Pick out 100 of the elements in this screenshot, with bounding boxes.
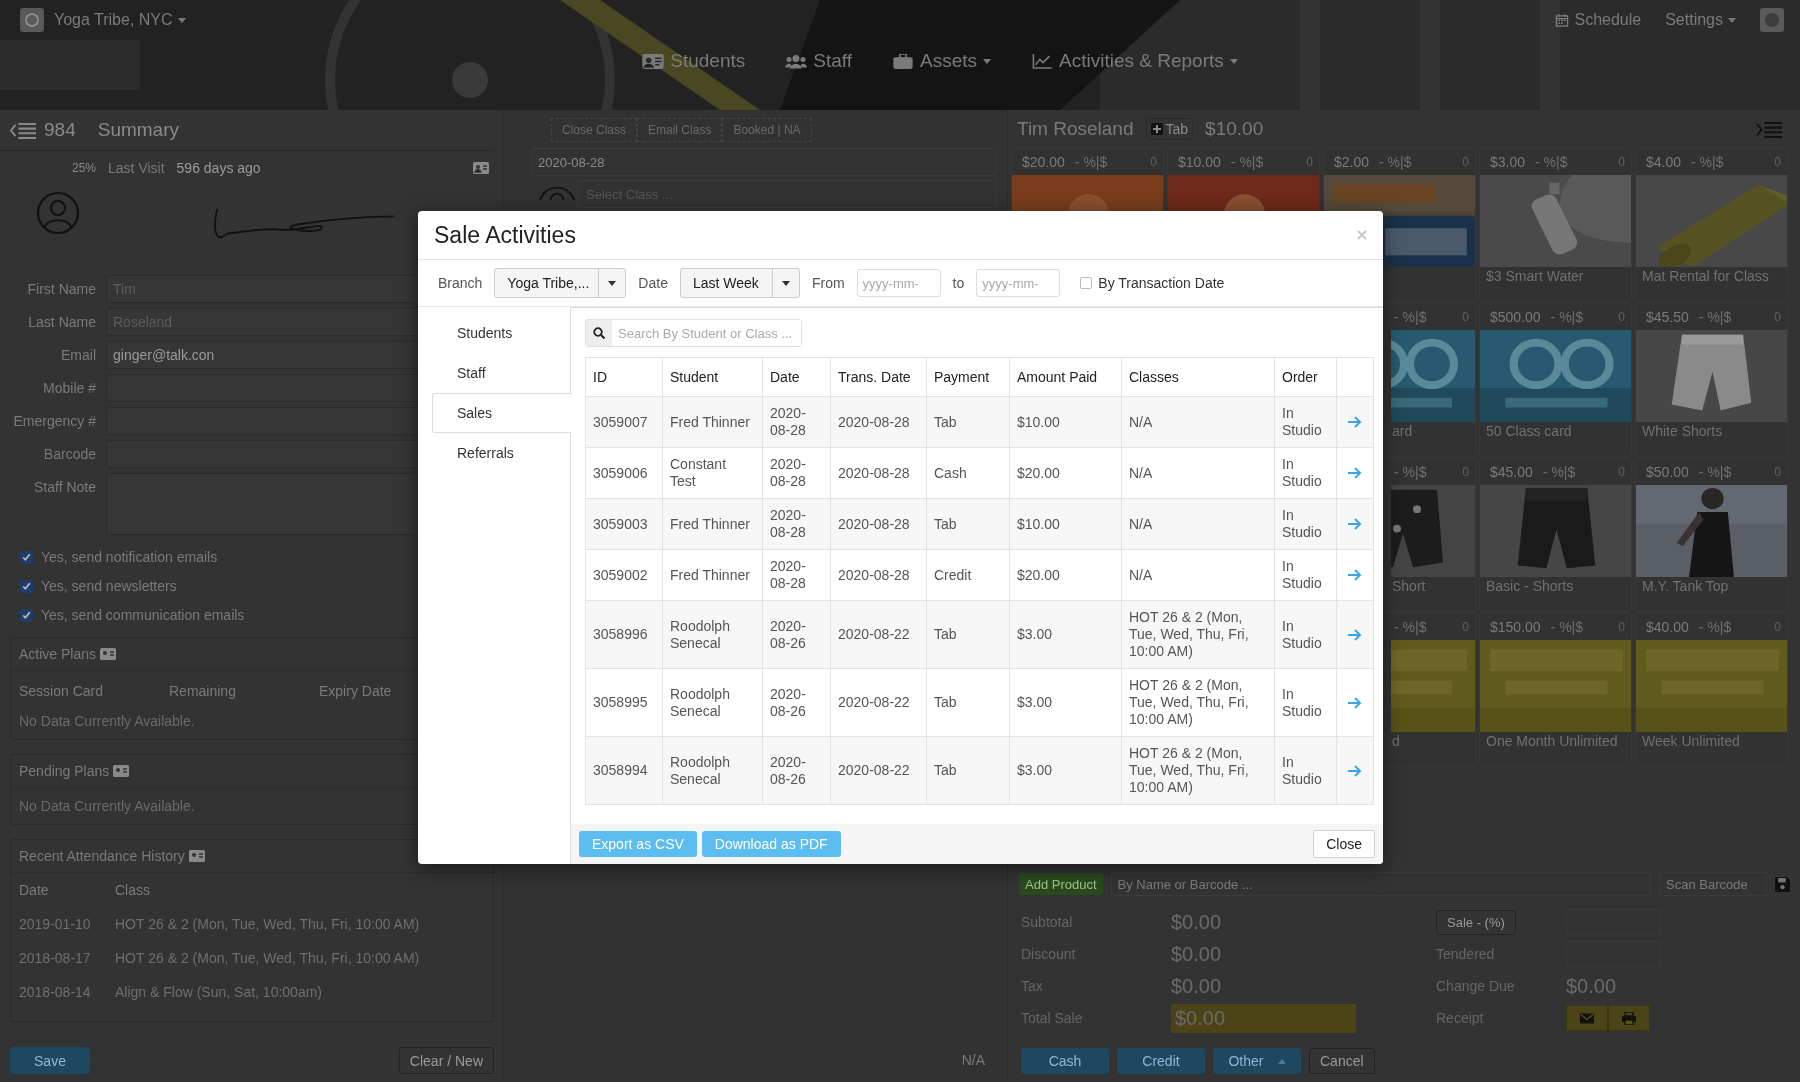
arrow-right-icon[interactable] — [1348, 518, 1362, 530]
to-date-field[interactable]: yyyy-mm- — [976, 269, 1061, 297]
line-chart-icon — [1031, 53, 1053, 69]
table-cell: 3059006 — [585, 447, 663, 499]
email-receipt-button[interactable] — [1566, 1005, 1608, 1031]
product-price: $2.00 — [1334, 154, 1370, 170]
side-tab[interactable]: Sales — [432, 393, 571, 433]
discount-toggle[interactable]: - %|$ — [1394, 309, 1427, 325]
nav-link[interactable]: Staff — [785, 50, 852, 72]
discount-toggle[interactable]: - %|$ — [1542, 464, 1576, 480]
dialog-title: Sale Activities — [434, 221, 576, 249]
close-icon[interactable] — [1357, 230, 1367, 240]
settings-menu[interactable]: Settings — [1665, 11, 1736, 29]
sale-discount-button[interactable]: Sale - (%) — [1436, 909, 1516, 935]
barcode-field[interactable]: Scan Barcode — [1659, 872, 1767, 896]
payment-button[interactable]: Other — [1213, 1048, 1301, 1074]
brand-menu[interactable]: Yoga Tribe, NYC — [54, 11, 186, 29]
nav-link[interactable]: Assets — [892, 50, 991, 72]
discount-toggle[interactable]: - %|$ — [1698, 619, 1732, 635]
from-date-field[interactable]: yyyy-mm- — [856, 269, 941, 297]
product-name: Short — [1392, 578, 1426, 594]
product-price: $20.00 — [1022, 154, 1065, 170]
discount-toggle[interactable]: - %|$ — [1550, 619, 1584, 635]
branch-select[interactable]: Yoga Tribe,... — [494, 268, 627, 298]
product-search-field[interactable]: By Name or Barcode ... — [1110, 872, 1651, 896]
id-card-icon — [113, 765, 130, 777]
add-product-button[interactable]: Add Product — [1019, 873, 1103, 895]
table-cell: 2020-08-26 — [762, 600, 831, 669]
user-avatar-icon[interactable] — [1760, 8, 1784, 32]
caret-icon — [1277, 1058, 1286, 1064]
discount-toggle[interactable]: - %|$ — [1535, 154, 1568, 170]
table-cell: 2020-08-28 — [762, 549, 831, 601]
filter-label: From — [811, 275, 845, 291]
date-range-select[interactable]: Last Week — [679, 268, 800, 298]
discount-toggle[interactable]: - %|$ — [1394, 464, 1427, 480]
column-header: Student — [662, 357, 763, 397]
id-card-icon — [100, 648, 117, 660]
table-cell: 2020-08-22 — [830, 736, 927, 805]
arrow-right-icon[interactable] — [1348, 628, 1362, 641]
back-menu-icon[interactable] — [10, 121, 36, 139]
payment-button[interactable]: Cash — [1021, 1048, 1109, 1074]
checkbox[interactable] — [20, 550, 33, 564]
discount-toggle[interactable]: - %|$ — [1550, 309, 1584, 325]
nav-link[interactable]: Students — [642, 50, 746, 72]
panel-title: Pending Plans — [19, 763, 110, 779]
table-cell: In Studio — [1274, 447, 1337, 499]
save-button[interactable]: Save — [10, 1047, 90, 1074]
schedule-link[interactable]: Schedule — [1555, 11, 1642, 29]
table-cell: 2020-08-28 — [830, 498, 927, 550]
tab-button[interactable]: Tab — [1145, 118, 1194, 140]
payment-button[interactable]: Credit — [1117, 1048, 1205, 1074]
table-cell: N/A — [1121, 447, 1275, 499]
discount-toggle[interactable]: - %|$ — [1698, 464, 1732, 480]
arrow-right-icon[interactable] — [1348, 416, 1362, 428]
id-card-icon[interactable] — [473, 162, 489, 174]
side-tab[interactable]: Referrals — [432, 433, 570, 473]
save-icon[interactable] — [1775, 876, 1790, 892]
search-field[interactable]: Search By Student or Class ... — [585, 319, 802, 347]
download-pdf-button[interactable]: Download as PDF — [701, 831, 841, 857]
payment-button[interactable]: Cancel — [1309, 1048, 1375, 1074]
close-button[interactable]: Close — [1313, 830, 1375, 858]
discount-toggle[interactable]: - %|$ — [1698, 309, 1732, 325]
column-header: ID — [585, 357, 663, 397]
table-cell: $3.00 — [1009, 600, 1122, 669]
filter-label: to — [952, 275, 965, 291]
discount-toggle[interactable]: - %|$ — [1379, 154, 1412, 170]
arrow-right-icon[interactable] — [1348, 569, 1362, 581]
product-name: White Shorts — [1642, 423, 1723, 439]
field-label: Barcode — [42, 445, 96, 462]
checkbox[interactable] — [1080, 277, 1093, 289]
arrow-right-icon[interactable] — [1348, 467, 1362, 479]
discount-toggle[interactable]: - %|$ — [1230, 154, 1264, 170]
checkbox-label: Yes, send communication emails — [41, 607, 245, 623]
checkbox[interactable] — [20, 608, 33, 622]
table-cell: 2020-08-28 — [762, 447, 831, 499]
progress-percent: 25% — [72, 161, 97, 175]
table-cell: In Studio — [1274, 736, 1337, 805]
product-name: Basic - Shorts — [1486, 578, 1574, 594]
discount-toggle[interactable]: - %|$ — [1394, 619, 1427, 635]
product-price: $4.00 — [1646, 154, 1682, 170]
discount-toggle[interactable]: - %|$ — [1691, 154, 1724, 170]
caret-icon — [177, 17, 186, 23]
table-cell: Tab — [926, 498, 1010, 550]
class-action-button[interactable]: Close Class — [551, 118, 638, 142]
table-cell: Roodolph Senecal — [662, 668, 763, 737]
field-label: Last Visit — [108, 160, 165, 176]
nav-link[interactable]: Activities & Reports — [1031, 50, 1238, 72]
discount-toggle[interactable]: - %|$ — [1074, 154, 1108, 170]
class-action-button[interactable]: Booked | NA — [722, 118, 812, 142]
menu-icon[interactable] — [1756, 120, 1782, 138]
column-header: Remaining — [169, 683, 237, 699]
export-csv-button[interactable]: Export as CSV — [579, 831, 697, 857]
date-field[interactable]: 2020-08-28 — [531, 148, 997, 176]
checkbox[interactable] — [20, 579, 33, 593]
class-action-button[interactable]: Email Class — [637, 118, 723, 142]
arrow-right-icon[interactable] — [1348, 696, 1362, 709]
clear-button[interactable]: Clear / New — [398, 1047, 494, 1074]
arrow-right-icon[interactable] — [1348, 764, 1362, 777]
print-receipt-button[interactable] — [1608, 1005, 1650, 1031]
table-cell: $10.00 — [1009, 396, 1122, 448]
